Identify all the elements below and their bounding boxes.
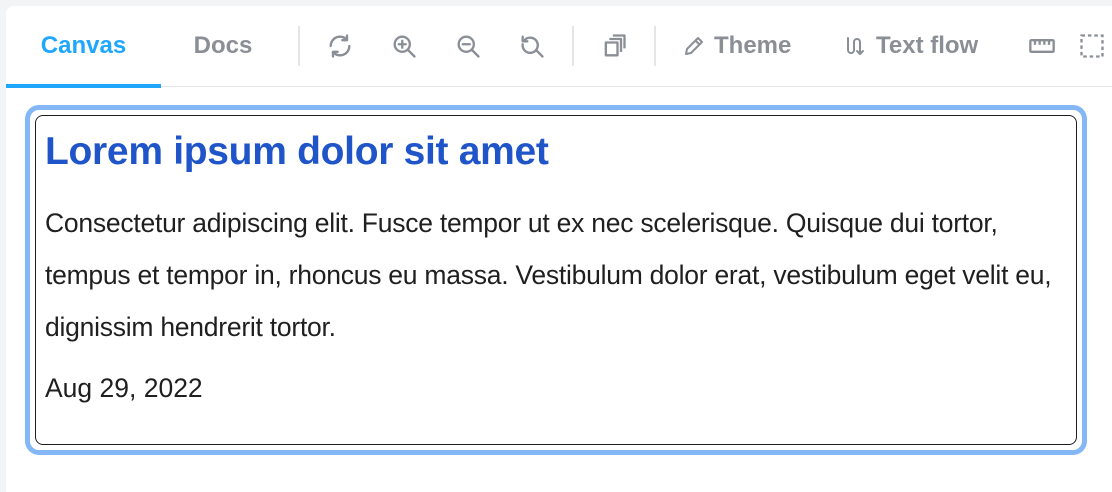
text-flow-button[interactable]: Text flow bbox=[844, 26, 978, 66]
zoom-in-button[interactable] bbox=[384, 26, 424, 66]
card-body: Consectetur adipiscing elit. Fusce tempo… bbox=[45, 208, 1052, 342]
toolbar-divider bbox=[654, 26, 656, 66]
remount-button[interactable] bbox=[320, 26, 360, 66]
tab-docs[interactable]: Docs bbox=[174, 6, 272, 86]
canvas-area: Lorem ipsum dolor sit amet Consectetur a… bbox=[6, 87, 1112, 492]
measure-button[interactable] bbox=[1022, 26, 1062, 66]
zoom-reset-button[interactable] bbox=[512, 26, 552, 66]
toolbar: Canvas Docs Theme Text flow bbox=[6, 6, 1112, 88]
theme-button[interactable]: Theme bbox=[682, 26, 791, 66]
zoom-out-icon bbox=[457, 35, 480, 58]
toolbar-divider bbox=[572, 26, 574, 66]
backgrounds-button[interactable] bbox=[594, 26, 634, 66]
remount-icon bbox=[329, 34, 351, 58]
card-title: Lorem ipsum dolor sit amet bbox=[45, 130, 549, 173]
outline-button[interactable] bbox=[1078, 26, 1112, 66]
text-flow-icon bbox=[847, 37, 864, 55]
zoom-reset-icon bbox=[521, 35, 544, 58]
toolbar-divider bbox=[298, 26, 300, 66]
storybook-preview-frame: Canvas Docs Theme Text flow Lorem ipsum … bbox=[6, 6, 1112, 492]
outline-icon bbox=[1080, 34, 1104, 58]
tab-canvas[interactable]: Canvas bbox=[6, 6, 161, 88]
story-card[interactable]: Lorem ipsum dolor sit amet Consectetur a… bbox=[35, 115, 1077, 445]
zoom-in-icon bbox=[393, 35, 416, 58]
story-card-focus-ring[interactable]: Lorem ipsum dolor sit amet Consectetur a… bbox=[25, 105, 1087, 455]
theme-label: Theme bbox=[714, 32, 792, 59]
card-date: Aug 29, 2022 bbox=[45, 373, 203, 403]
pencil-icon bbox=[685, 37, 703, 55]
zoom-out-button[interactable] bbox=[448, 26, 488, 66]
backgrounds-icon bbox=[604, 34, 626, 57]
text-flow-label: Text flow bbox=[876, 32, 979, 59]
ruler-icon bbox=[1029, 39, 1055, 53]
